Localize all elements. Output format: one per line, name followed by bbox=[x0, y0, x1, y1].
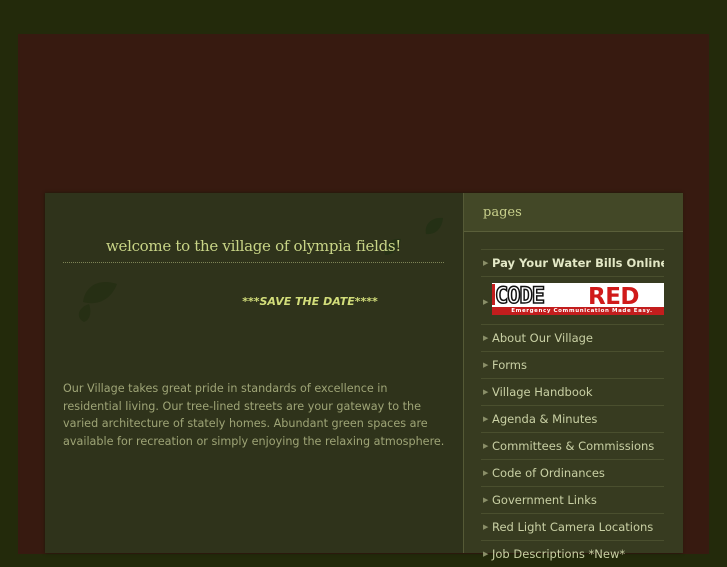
sidebar-item-label: About Our Village bbox=[492, 331, 594, 345]
sidebar-item-label: Forms bbox=[492, 358, 527, 372]
sidebar-item-label: Pay Your Water Bills Online bbox=[492, 256, 664, 270]
sidebar-nav: ▶ Pay Your Water Bills Online ▶ CODE RED… bbox=[481, 249, 664, 567]
sidebar-item-water-bills[interactable]: ▶ Pay Your Water Bills Online bbox=[481, 249, 664, 276]
sidebar-item-label: Code of Ordinances bbox=[492, 466, 605, 480]
sidebar-item-about[interactable]: ▶ About Our Village bbox=[481, 324, 664, 351]
divider bbox=[63, 262, 444, 263]
sidebar-item-label: Village Handbook bbox=[492, 385, 593, 399]
nav-arrow-icon: ▶ bbox=[483, 496, 489, 504]
sidebar-item-label: Agenda & Minutes bbox=[492, 412, 598, 426]
nav-arrow-icon: ▶ bbox=[483, 388, 489, 396]
sidebar: pages ▶ Pay Your Water Bills Online ▶ CO… bbox=[463, 193, 683, 561]
intro-paragraph: Our Village takes great pride in standar… bbox=[63, 382, 445, 448]
sidebar-item-label: Job Descriptions *New* bbox=[492, 547, 626, 561]
sidebar-item-label: Government Links bbox=[492, 493, 597, 507]
sidebar-item-government-links[interactable]: ▶ Government Links bbox=[481, 486, 664, 513]
sidebar-item-red-light[interactable]: ▶ Red Light Camera Locations bbox=[481, 513, 664, 540]
sidebar-item-label: Red Light Camera Locations bbox=[492, 520, 654, 534]
sidebar-item-ordinances[interactable]: ▶ Code of Ordinances bbox=[481, 459, 664, 486]
sidebar-item-label: Committees & Commissions bbox=[492, 439, 655, 453]
nav-arrow-icon: ▶ bbox=[483, 442, 489, 450]
sidebar-heading: pages bbox=[464, 193, 683, 232]
content-page: welcome to the village of olympia fields… bbox=[45, 193, 683, 561]
nav-arrow-icon: ▶ bbox=[483, 361, 489, 369]
nav-arrow-icon: ▶ bbox=[483, 259, 489, 267]
sidebar-item-forms[interactable]: ▶ Forms bbox=[481, 351, 664, 378]
nav-arrow-icon: ▶ bbox=[483, 469, 489, 477]
sidebar-item-committees[interactable]: ▶ Committees & Commissions bbox=[481, 432, 664, 459]
leaf-icon bbox=[78, 304, 91, 322]
save-the-date-link[interactable]: ***SAVE THE DATE**** bbox=[185, 295, 435, 308]
sidebar-item-agenda[interactable]: ▶ Agenda & Minutes bbox=[481, 405, 664, 432]
sidebar-item-handbook[interactable]: ▶ Village Handbook bbox=[481, 378, 664, 405]
main-column: welcome to the village of olympia fields… bbox=[45, 193, 463, 553]
nav-arrow-icon: ▶ bbox=[483, 523, 489, 531]
leaf-icon bbox=[425, 217, 443, 235]
code-red-logo[interactable]: CODE RED Emergency Communication Made Ea… bbox=[492, 283, 664, 315]
nav-arrow-icon: ▶ bbox=[483, 415, 489, 423]
welcome-heading: welcome to the village of olympia fields… bbox=[105, 237, 402, 255]
nav-arrow-icon: ▶ bbox=[483, 298, 489, 306]
nav-arrow-icon: ▶ bbox=[483, 334, 489, 342]
sidebar-item-job-descriptions[interactable]: ▶ Job Descriptions *New* bbox=[481, 540, 664, 567]
sidebar-item-code-red[interactable]: ▶ CODE RED Emergency Communication Made … bbox=[481, 276, 664, 324]
